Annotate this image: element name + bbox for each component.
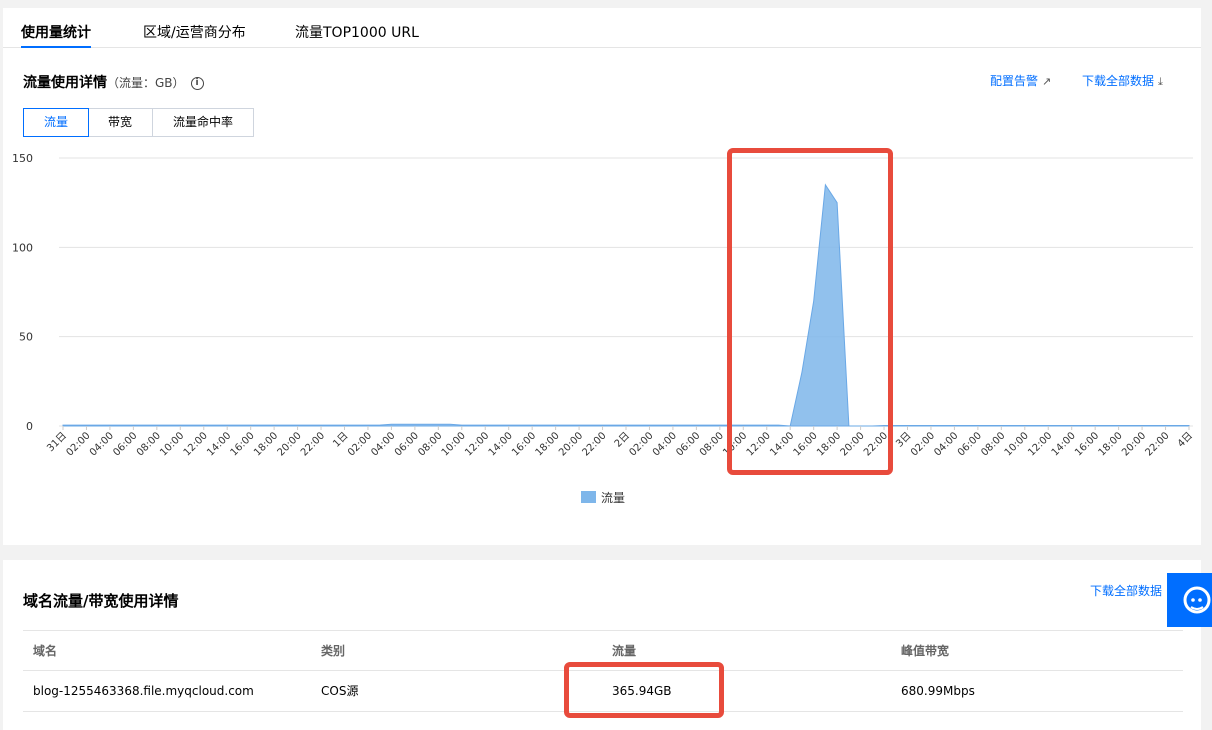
legend-swatch: [581, 491, 596, 503]
x-tick-label: 08:00: [698, 430, 726, 458]
x-tick-label: 1日: [331, 430, 350, 449]
x-tick-label: 3日: [894, 430, 913, 449]
x-tick-label: 18:00: [252, 430, 280, 458]
cell-peak-bandwidth: 680.99Mbps: [901, 684, 975, 698]
x-tick-label: 08:00: [135, 430, 163, 458]
configure-alarm-label: 配置告警: [990, 74, 1039, 88]
x-tick-label: 06:00: [956, 430, 984, 458]
y-tick-label: 100: [12, 241, 33, 254]
x-tick-label: 14:00: [487, 430, 515, 458]
download-icon: ⤓: [1158, 75, 1163, 88]
x-tick-label: 22:00: [862, 430, 890, 458]
x-tick-label: 18:00: [534, 430, 562, 458]
x-tick-label: 14:00: [1050, 430, 1078, 458]
x-tick-label: 16:00: [510, 430, 538, 458]
segment-hit-rate[interactable]: 流量命中率: [153, 109, 253, 136]
detail-subtitle: （流量：GB）: [107, 76, 185, 90]
x-tick-label: 20:00: [839, 430, 867, 458]
customer-service-button[interactable]: [1167, 573, 1212, 627]
table-row: blog-1255463368.file.myqcloud.com COS源 3…: [23, 671, 1183, 712]
x-tick-label: 16:00: [1073, 430, 1101, 458]
customer-service-icon: [1183, 586, 1211, 614]
x-tick-label: 20:00: [557, 430, 585, 458]
x-tick-label: 06:00: [393, 430, 421, 458]
x-tick-label: 12:00: [182, 430, 210, 458]
x-tick-label: 10:00: [721, 430, 749, 458]
col-traffic: 流量: [612, 644, 637, 658]
segment-bandwidth[interactable]: 带宽: [88, 109, 154, 136]
x-tick-label: 18:00: [815, 430, 843, 458]
x-tick-label: 22:00: [299, 430, 327, 458]
x-tick-label: 10:00: [440, 430, 468, 458]
x-tick-label: 16:00: [229, 430, 257, 458]
x-tick-label: 02:00: [627, 430, 655, 458]
y-tick-label: 50: [19, 331, 33, 344]
tab-top-url[interactable]: 流量TOP1000 URL: [295, 8, 419, 48]
col-domain: 域名: [33, 644, 58, 658]
traffic-area: [62, 183, 1190, 427]
traffic-chart: 050100150 31日02:0004:0006:0008:0010:0012…: [12, 152, 1195, 505]
x-tick-label: 08:00: [979, 430, 1007, 458]
x-tick-label: 04:00: [932, 430, 960, 458]
detail-title-wrap: 流量使用详情（流量：GB） i: [23, 72, 204, 92]
x-tick-label: 12:00: [463, 430, 491, 458]
domain-download-link[interactable]: 下载全部数据: [1090, 582, 1162, 599]
x-tick-label: 02:00: [909, 430, 937, 458]
domain-section-title: 域名流量/带宽使用详情: [23, 592, 179, 610]
x-tick-label: 22:00: [1144, 430, 1172, 458]
tab-bar: 使用量统计 区域/运营商分布 流量TOP1000 URL: [3, 8, 1201, 48]
tab-usage-stats[interactable]: 使用量统计: [21, 8, 91, 48]
x-tick-label: 02:00: [64, 430, 92, 458]
configure-alarm-link[interactable]: 配置告警 ↗: [990, 72, 1051, 89]
cell-domain: blog-1255463368.file.myqcloud.com: [33, 684, 254, 698]
x-tick-label: 20:00: [276, 430, 304, 458]
download-all-label: 下载全部数据: [1082, 74, 1155, 88]
x-tick-label: 4日: [1176, 430, 1195, 449]
external-link-icon: ↗: [1042, 75, 1052, 88]
x-tick-label: 20:00: [1120, 430, 1148, 458]
table-header: 域名 类别 流量 峰值带宽: [23, 630, 1183, 671]
col-type: 类别: [321, 644, 346, 658]
x-tick-label: 10:00: [1003, 430, 1031, 458]
x-tick-label: 08:00: [416, 430, 444, 458]
x-tick-label: 06:00: [111, 430, 139, 458]
x-tick-label: 12:00: [1026, 430, 1054, 458]
x-tick-label: 14:00: [768, 430, 796, 458]
x-tick-label: 06:00: [674, 430, 702, 458]
x-tick-label: 14:00: [205, 430, 233, 458]
cell-traffic: 365.94GB: [612, 684, 672, 698]
usage-panel: 使用量统计 区域/运营商分布 流量TOP1000 URL 流量使用详情（流量：G…: [3, 8, 1201, 545]
tab-region-isp[interactable]: 区域/运营商分布: [143, 8, 246, 48]
x-tick-label: 02:00: [346, 430, 374, 458]
x-tick-label: 10:00: [158, 430, 186, 458]
metric-segmented-control: 流量 带宽 流量命中率: [23, 108, 255, 137]
col-peak-bandwidth: 峰值带宽: [901, 644, 950, 658]
x-tick-label: 16:00: [792, 430, 820, 458]
segment-traffic[interactable]: 流量: [23, 108, 90, 137]
cell-type: COS源: [321, 684, 359, 698]
domain-table: 域名 类别 流量 峰值带宽 blog-1255463368.file.myqcl…: [23, 630, 1183, 712]
y-tick-label: 0: [26, 420, 33, 433]
x-tick-label: 2日: [613, 430, 632, 449]
x-tick-label: 04:00: [88, 430, 116, 458]
detail-title: 流量使用详情: [23, 75, 107, 91]
x-tick-label: 18:00: [1097, 430, 1125, 458]
x-tick-label: 04:00: [651, 430, 679, 458]
info-icon[interactable]: i: [190, 76, 204, 90]
x-tick-label: 22:00: [581, 430, 609, 458]
domain-panel: 域名流量/带宽使用详情 下载全部数据 域名 类别 流量 峰值带宽 blog-12…: [3, 560, 1201, 730]
x-tick-label: 12:00: [745, 430, 773, 458]
y-tick-label: 150: [12, 152, 33, 165]
legend-label[interactable]: 流量: [601, 491, 625, 505]
download-all-link[interactable]: 下载全部数据 ⤓: [1082, 72, 1163, 89]
x-tick-label: 04:00: [369, 430, 397, 458]
